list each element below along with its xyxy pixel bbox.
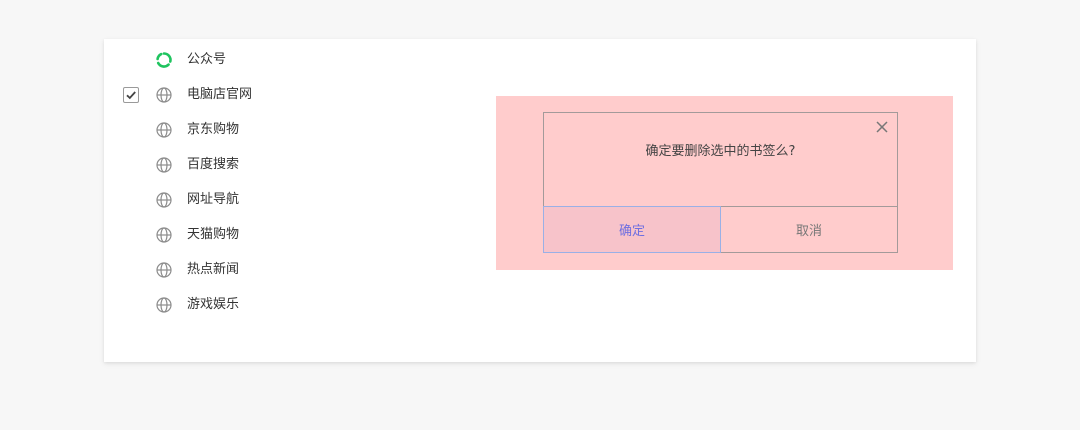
confirm-button[interactable]: 确定 [543,206,721,253]
bookmark-label: 电脑店官网 [187,87,253,102]
globe-icon [155,226,173,244]
globe-icon [155,86,173,104]
bookmark-panel: 公众号 电脑店官网 京东购物 百度搜索 网址导航 天猫购物 热点新闻 游戏娱乐 … [104,39,976,362]
bookmark-checkbox-checked[interactable] [123,87,139,103]
bookmark-label: 网址导航 [187,192,240,207]
delete-confirm-dialog: 确定要删除选中的书签么? 确定 取消 [543,112,898,253]
bookmark-item-jd[interactable]: 京东购物 [104,115,484,145]
bookmark-label: 百度搜索 [187,157,240,172]
globe-icon [155,191,173,209]
bookmark-item-wechat[interactable]: 公众号 [104,45,484,75]
dialog-message: 确定要删除选中的书签么? [645,144,796,159]
globe-icon [155,296,173,314]
bookmark-item-news[interactable]: 热点新闻 [104,255,484,285]
wechat-official-icon [155,51,173,69]
globe-icon [155,121,173,139]
cancel-button[interactable]: 取消 [721,206,898,253]
bookmark-label: 京东购物 [187,122,240,137]
checkmark-icon [126,91,136,100]
bookmark-item-nav[interactable]: 网址导航 [104,185,484,215]
bookmark-item-tmall[interactable]: 天猫购物 [104,220,484,250]
dialog-overlay: 确定要删除选中的书签么? 确定 取消 [496,96,953,270]
bookmark-item-baidu[interactable]: 百度搜索 [104,150,484,180]
bookmark-item-diannaodian[interactable]: 电脑店官网 [104,80,484,110]
bookmark-label: 游戏娱乐 [187,297,240,312]
globe-icon [155,261,173,279]
bookmark-label: 天猫购物 [187,227,240,242]
bookmark-item-games[interactable]: 游戏娱乐 [104,290,484,320]
dialog-actions: 确定 取消 [543,206,898,253]
close-icon[interactable] [873,118,891,136]
bookmark-label: 热点新闻 [187,262,240,277]
bookmark-label: 公众号 [187,52,227,67]
globe-icon [155,156,173,174]
